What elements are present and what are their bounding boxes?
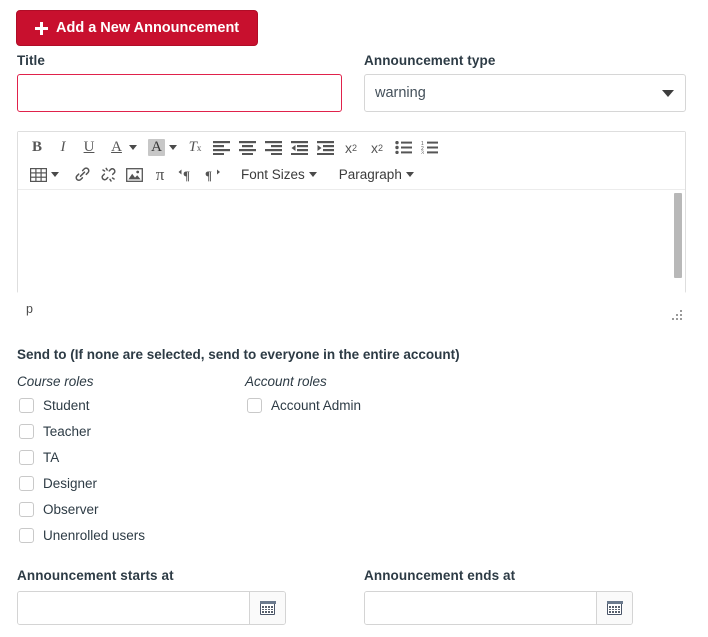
underline-icon[interactable]: U <box>76 135 102 160</box>
font-sizes-label: Font Sizes <box>241 167 305 182</box>
announcement-type-select[interactable]: warning <box>364 74 686 112</box>
align-left-icon[interactable] <box>208 135 234 160</box>
paragraph-label: Paragraph <box>338 167 402 182</box>
table-chevron-down-icon[interactable] <box>50 162 64 187</box>
checkbox-row-account-admin[interactable]: Account Admin <box>247 398 361 413</box>
bullet-list-icon[interactable] <box>390 135 416 160</box>
starts-at-input[interactable] <box>18 592 249 624</box>
image-icon[interactable] <box>121 162 147 187</box>
text-color-icon[interactable]: A <box>102 135 128 160</box>
checkbox-row-student[interactable]: Student <box>19 398 90 413</box>
ends-at-field[interactable] <box>364 591 633 625</box>
indent-icon[interactable] <box>312 135 338 160</box>
add-new-announcement-button[interactable]: Add a New Announcement <box>16 10 259 46</box>
checkbox-label-ta: TA <box>43 450 60 465</box>
starts-at-label: Announcement starts at <box>17 568 174 583</box>
unlink-icon[interactable] <box>95 162 121 187</box>
table-icon[interactable] <box>24 162 50 187</box>
align-center-icon[interactable] <box>234 135 260 160</box>
bold-icon[interactable]: B <box>24 135 50 160</box>
checkbox-row-teacher[interactable]: Teacher <box>19 424 91 439</box>
editor-status-bar: p <box>17 298 686 324</box>
checkbox-label-observer: Observer <box>43 502 99 517</box>
italic-icon[interactable]: I <box>50 135 76 160</box>
editor-scrollbar[interactable] <box>674 193 682 278</box>
ends-at-label: Announcement ends at <box>364 568 516 583</box>
rtl-direction-icon[interactable]: ¶ <box>199 162 225 187</box>
math-equation-icon[interactable]: π <box>147 162 173 187</box>
checkbox-teacher[interactable] <box>19 424 34 439</box>
ends-at-input[interactable] <box>365 592 596 624</box>
announcement-type-value: warning <box>375 85 426 101</box>
subscript-icon[interactable]: x2 <box>364 135 390 160</box>
align-right-icon[interactable] <box>260 135 286 160</box>
numbered-list-icon[interactable]: 123 <box>416 135 442 160</box>
announcement-form-page: Add a New Announcement Title Announcemen… <box>0 0 708 637</box>
svg-text:¶: ¶ <box>205 168 212 182</box>
paragraph-dropdown[interactable]: Paragraph <box>333 162 420 187</box>
ltr-direction-icon[interactable]: ¶ <box>173 162 199 187</box>
course-roles-label: Course roles <box>17 374 94 389</box>
outdent-icon[interactable] <box>286 135 312 160</box>
svg-text:¶: ¶ <box>183 168 190 182</box>
highlight-color-chevron-down-icon[interactable] <box>168 135 182 160</box>
svg-text:3: 3 <box>421 150 424 154</box>
editor-toolbar-row-1: B I U A A Tx x 2 x 2 1 2 3 <box>24 134 681 161</box>
checkbox-label-designer: Designer <box>43 476 98 491</box>
checkbox-label-unenrolled-users: Unenrolled users <box>43 528 146 543</box>
editor-resize-handle[interactable] <box>671 310 682 321</box>
title-input[interactable] <box>17 74 342 112</box>
clear-formatting-icon[interactable]: Tx <box>182 135 208 160</box>
checkbox-row-ta[interactable]: TA <box>19 450 59 465</box>
account-roles-label: Account roles <box>245 374 327 389</box>
link-icon[interactable] <box>69 162 95 187</box>
checkbox-row-unenrolled-users[interactable]: Unenrolled users <box>19 528 145 543</box>
starts-at-field[interactable] <box>17 591 286 625</box>
calendar-icon <box>259 600 276 615</box>
editor-toolbar: B I U A A Tx x 2 x 2 1 2 3 π ¶ ¶ Font Si… <box>18 132 685 190</box>
checkbox-unenrolled-users[interactable] <box>19 528 34 543</box>
font-sizes-dropdown[interactable]: Font Sizes <box>235 162 323 187</box>
superscript-icon[interactable]: x2 <box>338 135 364 160</box>
text-color-chevron-down-icon[interactable] <box>128 135 142 160</box>
checkbox-ta[interactable] <box>19 450 34 465</box>
editor-element-path: p <box>26 302 33 316</box>
announcement-type-value-box[interactable]: warning <box>364 74 686 112</box>
checkbox-designer[interactable] <box>19 476 34 491</box>
ends-at-calendar-button[interactable] <box>596 592 632 624</box>
editor-content-area[interactable] <box>18 190 685 293</box>
editor-toolbar-row-2: π ¶ ¶ Font Sizes Paragraph <box>24 161 681 188</box>
checkbox-label-student: Student <box>43 398 90 413</box>
checkbox-label-account-admin: Account Admin <box>271 398 362 413</box>
rich-text-editor: B I U A A Tx x 2 x 2 1 2 3 π ¶ ¶ Font Si… <box>17 131 686 293</box>
starts-at-calendar-button[interactable] <box>249 592 285 624</box>
checkbox-observer[interactable] <box>19 502 34 517</box>
highlight-color-icon[interactable]: A <box>142 135 168 160</box>
checkbox-row-observer[interactable]: Observer <box>19 502 99 517</box>
announcement-type-label: Announcement type <box>364 53 496 68</box>
add-new-announcement-label: Add a New Announcement <box>56 20 240 36</box>
checkbox-account-admin[interactable] <box>247 398 262 413</box>
checkbox-row-designer[interactable]: Designer <box>19 476 97 491</box>
calendar-icon <box>606 600 623 615</box>
checkbox-label-teacher: Teacher <box>43 424 92 439</box>
send-to-heading: Send to (If none are selected, send to e… <box>17 347 460 362</box>
checkbox-student[interactable] <box>19 398 34 413</box>
title-label: Title <box>17 53 46 68</box>
plus-icon <box>35 21 48 35</box>
